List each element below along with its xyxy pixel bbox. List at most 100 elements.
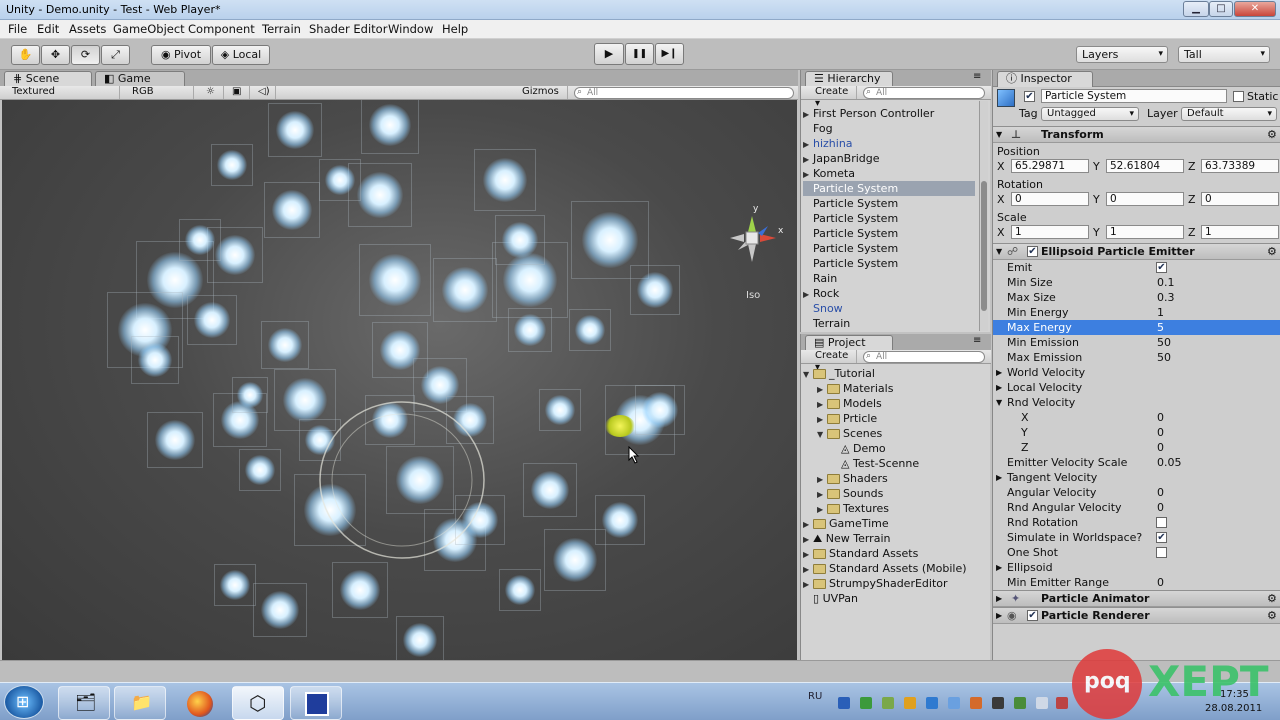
- play-button[interactable]: ▶: [594, 43, 624, 65]
- project-item[interactable]: ▶ Shaders: [817, 471, 888, 486]
- transform-gear-icon[interactable]: ⚙: [1267, 127, 1277, 143]
- tray-app-icon[interactable]: [882, 697, 894, 709]
- tab-project[interactable]: ▤ Project: [805, 335, 893, 351]
- expand-arrow-icon[interactable]: ▶: [803, 517, 813, 532]
- transform-header[interactable]: ▼ ⊥ Transform ⚙: [993, 126, 1280, 143]
- expand-arrow-icon[interactable]: ▶: [817, 502, 827, 517]
- maximize-button[interactable]: □: [1209, 1, 1233, 17]
- hierarchy-item[interactable]: Rain: [803, 271, 975, 286]
- tab-game[interactable]: ◧ Game: [95, 71, 185, 87]
- hierarchy-item[interactable]: ▶ First Person Controller: [803, 106, 975, 121]
- foldout-arrow-icon[interactable]: ▼: [996, 395, 1002, 410]
- lighting-toggle[interactable]: ☼: [202, 86, 224, 99]
- menu-assets[interactable]: Assets: [69, 22, 106, 36]
- emitter-property-row[interactable]: Max Energy 5: [993, 320, 1280, 335]
- hand-tool-button[interactable]: ✋: [11, 45, 40, 65]
- rotate-tool-button[interactable]: ⟳: [71, 45, 100, 65]
- emitter-property-value[interactable]: 0.1: [1157, 275, 1175, 290]
- menu-window[interactable]: Window: [388, 22, 433, 36]
- emitter-property-row[interactable]: ▶ Local Velocity: [993, 380, 1280, 395]
- emitter-property-value[interactable]: 0: [1157, 485, 1164, 500]
- emitter-property-row[interactable]: ▶ World Velocity: [993, 365, 1280, 380]
- hierarchy-item[interactable]: Particle System: [803, 256, 975, 271]
- project-panel-menu-icon[interactable]: ≡: [973, 335, 981, 346]
- emitter-property-row[interactable]: Min Emitter Range 0: [993, 575, 1280, 590]
- position-z-field[interactable]: 63.73389: [1201, 159, 1279, 173]
- expand-arrow-icon[interactable]: ▶: [803, 167, 813, 182]
- emitter-property-value[interactable]: 0: [1157, 440, 1164, 455]
- expand-arrow-icon[interactable]: ▶: [803, 577, 813, 592]
- emitter-property-row[interactable]: One Shot: [993, 545, 1280, 560]
- clock-date[interactable]: 28.08.2011: [1205, 703, 1262, 714]
- expand-arrow-icon[interactable]: ▶: [803, 562, 813, 577]
- emitter-property-row[interactable]: Min Size 0.1: [993, 275, 1280, 290]
- hierarchy-item[interactable]: Particle System: [803, 181, 975, 196]
- step-button[interactable]: ▶❙: [655, 43, 684, 65]
- project-item[interactable]: ▶ Standard Assets (Mobile): [803, 561, 967, 576]
- hierarchy-item[interactable]: Particle System: [803, 196, 975, 211]
- tray-folder-icon[interactable]: [904, 697, 916, 709]
- emitter-ellipse[interactable]: [302, 390, 502, 570]
- render-mode-dropdown[interactable]: Textured: [8, 86, 120, 99]
- project-item[interactable]: ▶ Sounds: [817, 486, 883, 501]
- emitter-property-row[interactable]: Rnd Angular Velocity 0: [993, 500, 1280, 515]
- project-item[interactable]: ▶ Materials: [817, 381, 893, 396]
- emitter-property-value[interactable]: 50: [1157, 350, 1171, 365]
- orientation-gizmo[interactable]: y x Iso: [724, 204, 784, 301]
- hierarchy-item[interactable]: Particle System: [803, 226, 975, 241]
- project-item[interactable]: ▶ Standard Assets: [803, 546, 918, 561]
- emitter-property-value[interactable]: 5: [1157, 320, 1164, 335]
- emitter-property-value[interactable]: 0.3: [1157, 290, 1175, 305]
- hierarchy-item[interactable]: ▶ hizhina: [803, 136, 975, 151]
- renderer-enabled-checkbox[interactable]: ✔: [1027, 610, 1038, 621]
- project-item[interactable]: ▶ Models: [817, 396, 882, 411]
- foldout-arrow-icon[interactable]: ▶: [996, 380, 1002, 395]
- project-item[interactable]: ▶ ⛰ New Terrain: [803, 531, 890, 546]
- hierarchy-search-input[interactable]: All: [863, 87, 985, 99]
- audio-toggle[interactable]: ◁): [254, 86, 276, 99]
- emitter-property-checkbox[interactable]: [1156, 547, 1167, 558]
- expand-arrow-icon[interactable]: ▶: [817, 472, 827, 487]
- foldout-arrow-icon[interactable]: ▶: [996, 560, 1002, 575]
- emitter-property-checkbox[interactable]: [1156, 517, 1167, 528]
- emitter-gear-icon[interactable]: ⚙: [1267, 244, 1277, 260]
- rotation-x-field[interactable]: 0: [1011, 192, 1089, 206]
- emitter-property-row[interactable]: Simulate in Worldspace? ✔: [993, 530, 1280, 545]
- taskbar-firefox-app[interactable]: [172, 686, 224, 720]
- rotation-z-field[interactable]: 0: [1201, 192, 1279, 206]
- emitter-property-row[interactable]: Max Size 0.3: [993, 290, 1280, 305]
- minimize-button[interactable]: ▁: [1183, 1, 1209, 17]
- animator-header[interactable]: ▶ ✦ Particle Animator ⚙: [993, 590, 1280, 607]
- tray-nvidia-icon[interactable]: [860, 697, 872, 709]
- pause-button[interactable]: ❚❚: [625, 43, 654, 65]
- scene-search-input[interactable]: All: [574, 87, 794, 99]
- expand-arrow-icon[interactable]: ▶: [803, 287, 813, 302]
- position-y-field[interactable]: 52.61804: [1106, 159, 1184, 173]
- emitter-property-row[interactable]: Emit ✔: [993, 260, 1280, 275]
- emitter-property-checkbox[interactable]: ✔: [1156, 262, 1167, 273]
- object-active-checkbox[interactable]: ✔: [1024, 91, 1035, 102]
- start-button[interactable]: ⊞: [4, 685, 44, 719]
- pivot-toggle[interactable]: ◉ Pivot: [151, 45, 211, 65]
- taskbar-unity-app[interactable]: ⬡: [232, 686, 284, 720]
- layout-dropdown[interactable]: Tall: [1178, 46, 1270, 63]
- emitter-property-value[interactable]: 50: [1157, 335, 1171, 350]
- collapse-arrow-icon[interactable]: ▼: [803, 367, 813, 382]
- object-name-field[interactable]: Particle System: [1041, 89, 1227, 103]
- menu-gameobject[interactable]: GameObject: [113, 22, 185, 36]
- tab-inspector[interactable]: ⓘ Inspector: [997, 71, 1093, 87]
- hierarchy-item[interactable]: Snow: [803, 301, 975, 316]
- renderer-gear-icon[interactable]: ⚙: [1267, 608, 1277, 624]
- emitter-property-value[interactable]: 1: [1157, 305, 1164, 320]
- emitter-property-row[interactable]: Min Energy 1: [993, 305, 1280, 320]
- hierarchy-create-dropdown[interactable]: Create ▾: [811, 86, 857, 109]
- position-x-field[interactable]: 65.29871: [1011, 159, 1089, 173]
- hierarchy-item[interactable]: ▶ JapanBridge: [803, 151, 975, 166]
- emitter-property-row[interactable]: Max Emission 50: [993, 350, 1280, 365]
- menu-edit[interactable]: Edit: [37, 22, 59, 36]
- expand-arrow-icon[interactable]: ▶: [803, 532, 813, 547]
- tray-shield-icon[interactable]: [992, 697, 1004, 709]
- emitter-property-row[interactable]: ▶ Ellipsoid: [993, 560, 1280, 575]
- menu-help[interactable]: Help: [442, 22, 468, 36]
- clock-time[interactable]: 17:35: [1220, 689, 1249, 700]
